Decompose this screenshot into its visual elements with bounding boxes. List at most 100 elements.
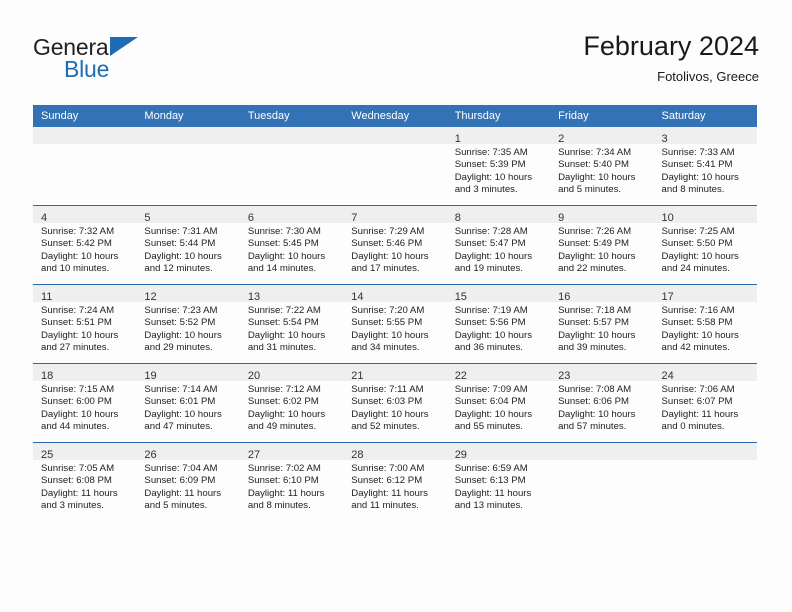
calendar-day-cell[interactable]: 13 Sunrise: 7:22 AM Sunset: 5:54 PM Dayligh… bbox=[239, 284, 344, 364]
day-details: Sunrise: 7:23 AM Sunset: 5:52 PM Daylight:… bbox=[136, 302, 239, 355]
day-details: Sunrise: 7:24 AM Sunset: 5:51 PM Daylight:… bbox=[33, 302, 136, 355]
day-details bbox=[240, 144, 343, 147]
sunrise-text: Sunrise: 7:29 AM bbox=[351, 226, 425, 237]
logo-text-blue: Blue bbox=[64, 56, 110, 82]
day-details: Sunrise: 7:29 AM Sunset: 5:46 PM Daylight:… bbox=[343, 223, 446, 276]
weekday-header-thursday: Thursday bbox=[446, 105, 551, 127]
day-number: 6 bbox=[247, 212, 254, 224]
day-details: Sunrise: 7:30 AM Sunset: 5:45 PM Daylight:… bbox=[240, 223, 343, 276]
daylight-text-line1: Daylight: 11 hours bbox=[144, 487, 222, 499]
calendar-day-cell[interactable]: 25 Sunrise: 7:05 AM Sunset: 6:08 PM Dayligh… bbox=[33, 442, 137, 521]
daylight-text-line2: and 22 minutes. bbox=[558, 263, 627, 275]
day-details: Sunrise: 7:16 AM Sunset: 5:58 PM Daylight:… bbox=[654, 302, 757, 355]
calendar-day-cell[interactable]: 2 Sunrise: 7:34 AM Sunset: 5:40 PM Daylight… bbox=[550, 127, 654, 206]
calendar-day-cell[interactable]: 23 Sunrise: 7:08 AM Sunset: 6:06 PM Dayligh… bbox=[550, 363, 654, 443]
calendar-day-cell[interactable]: 10 Sunrise: 7:25 AM Sunset: 5:50 PM Dayligh… bbox=[653, 205, 757, 285]
day-box: 23 Sunrise: 7:08 AM Sunset: 6:06 PM Dayligh… bbox=[550, 364, 654, 442]
sunset-text: Sunset: 6:01 PM bbox=[144, 396, 216, 408]
daylight-text-line1: Daylight: 10 hours bbox=[247, 250, 326, 262]
day-number-band: 6 bbox=[239, 206, 344, 224]
calendar-day-cell[interactable]: 26 Sunrise: 7:04 AM Sunset: 6:09 PM Dayligh… bbox=[136, 442, 240, 521]
calendar-day-cell[interactable]: 5 Sunrise: 7:31 AM Sunset: 5:44 PM Daylight… bbox=[136, 205, 240, 285]
sunset-text: Sunset: 6:00 PM bbox=[41, 396, 112, 408]
day-details: Sunrise: 7:25 AM Sunset: 5:50 PM Daylight:… bbox=[654, 223, 757, 276]
calendar-day-cell[interactable]: 28 Sunrise: 7:00 AM Sunset: 6:12 PM Dayligh… bbox=[343, 442, 447, 521]
daylight-text-line1: Daylight: 10 hours bbox=[558, 329, 636, 341]
day-number-band: 17 bbox=[653, 285, 757, 303]
day-number-band: 29 bbox=[446, 443, 551, 461]
daylight-text-line1: Daylight: 10 hours bbox=[454, 329, 533, 341]
day-details: Sunrise: 7:26 AM Sunset: 5:49 PM Daylight:… bbox=[550, 223, 653, 276]
calendar-day-cell[interactable]: 16 Sunrise: 7:18 AM Sunset: 5:57 PM Dayligh… bbox=[550, 284, 654, 364]
day-box: 11 Sunrise: 7:24 AM Sunset: 5:51 PM Dayligh… bbox=[33, 285, 137, 363]
day-number: 11 bbox=[41, 291, 53, 303]
day-number-band: 20 bbox=[239, 364, 344, 382]
weekday-header-saturday: Saturday bbox=[653, 105, 757, 127]
weekday-header-wednesday: Wednesday bbox=[343, 105, 447, 127]
calendar-day-cell[interactable]: 27 Sunrise: 7:02 AM Sunset: 6:10 PM Dayligh… bbox=[239, 442, 344, 521]
day-box: 13 Sunrise: 7:22 AM Sunset: 5:54 PM Dayligh… bbox=[239, 285, 344, 363]
general-blue-logo[interactable]: General Blue bbox=[33, 34, 253, 90]
day-details: Sunrise: 7:05 AM Sunset: 6:08 PM Daylight:… bbox=[33, 460, 136, 513]
daylight-text-line1: Daylight: 10 hours bbox=[454, 408, 533, 420]
calendar-day-cell[interactable]: 12 Sunrise: 7:23 AM Sunset: 5:52 PM Dayligh… bbox=[136, 284, 240, 364]
calendar-day-cell[interactable]: 3 Sunrise: 7:33 AM Sunset: 5:41 PM Daylight… bbox=[653, 127, 757, 206]
calendar-day-cell[interactable]: 18 Sunrise: 7:15 AM Sunset: 6:00 PM Dayligh… bbox=[33, 363, 137, 443]
sunrise-text: Sunrise: 7:18 AM bbox=[558, 305, 632, 316]
calendar-day-cell[interactable]: 29 Sunrise: 6:59 AM Sunset: 6:13 PM Dayligh… bbox=[446, 442, 551, 521]
sunrise-text: Sunrise: 7:11 AM bbox=[351, 384, 424, 395]
day-number: 24 bbox=[661, 370, 674, 382]
sunrise-text: Sunrise: 7:34 AM bbox=[558, 147, 632, 158]
sunset-text: Sunset: 6:10 PM bbox=[247, 475, 319, 487]
day-number-band bbox=[33, 127, 137, 144]
daylight-text-line1: Daylight: 11 hours bbox=[247, 487, 325, 499]
day-details bbox=[550, 460, 653, 463]
daylight-text-line1: Daylight: 10 hours bbox=[144, 250, 222, 262]
calendar-day-cell[interactable]: 6 Sunrise: 7:30 AM Sunset: 5:45 PM Daylight… bbox=[239, 205, 344, 285]
calendar-day-cell[interactable]: 20 Sunrise: 7:12 AM Sunset: 6:02 PM Dayligh… bbox=[239, 363, 344, 443]
day-number-band: 23 bbox=[550, 364, 654, 382]
daylight-text-line1: Daylight: 10 hours bbox=[247, 329, 326, 341]
day-box bbox=[550, 443, 654, 521]
daylight-text-line2: and 13 minutes. bbox=[454, 500, 523, 512]
sunrise-text: Sunrise: 7:28 AM bbox=[454, 226, 528, 237]
calendar-day-cell[interactable]: 19 Sunrise: 7:14 AM Sunset: 6:01 PM Dayligh… bbox=[136, 363, 240, 443]
calendar-day-cell[interactable]: 24 Sunrise: 7:06 AM Sunset: 6:07 PM Dayligh… bbox=[653, 363, 757, 443]
calendar-day-cell[interactable]: 1 Sunrise: 7:35 AM Sunset: 5:39 PM Daylight… bbox=[446, 127, 551, 206]
sunrise-text: Sunrise: 7:09 AM bbox=[454, 384, 528, 395]
day-box bbox=[136, 127, 240, 205]
calendar-day-cell[interactable]: 22 Sunrise: 7:09 AM Sunset: 6:04 PM Dayligh… bbox=[446, 363, 551, 443]
calendar-day-cell[interactable]: 17 Sunrise: 7:16 AM Sunset: 5:58 PM Dayligh… bbox=[653, 284, 757, 364]
day-number-band: 26 bbox=[136, 443, 240, 461]
daylight-text-line2: and 8 minutes. bbox=[247, 500, 311, 512]
sunset-text: Sunset: 6:04 PM bbox=[454, 396, 526, 408]
day-number: 2 bbox=[558, 133, 565, 145]
calendar-day-cell[interactable]: 7 Sunrise: 7:29 AM Sunset: 5:46 PM Daylight… bbox=[343, 205, 447, 285]
daylight-text-line2: and 14 minutes. bbox=[247, 263, 317, 275]
calendar-day-cell[interactable]: 8 Sunrise: 7:28 AM Sunset: 5:47 PM Daylight… bbox=[446, 205, 551, 285]
day-details: Sunrise: 7:22 AM Sunset: 5:54 PM Daylight:… bbox=[240, 302, 343, 355]
day-box: 8 Sunrise: 7:28 AM Sunset: 5:47 PM Daylight… bbox=[446, 206, 551, 284]
day-number: 19 bbox=[144, 370, 157, 382]
day-details: Sunrise: 6:59 AM Sunset: 6:13 PM Daylight:… bbox=[447, 460, 550, 513]
calendar-day-cell[interactable]: 21 Sunrise: 7:11 AM Sunset: 6:03 PM Dayligh… bbox=[343, 363, 447, 443]
day-box: 22 Sunrise: 7:09 AM Sunset: 6:04 PM Dayligh… bbox=[446, 364, 551, 442]
calendar-day-cell[interactable]: 15 Sunrise: 7:19 AM Sunset: 5:56 PM Dayligh… bbox=[446, 284, 551, 364]
day-details: Sunrise: 7:15 AM Sunset: 6:00 PM Daylight:… bbox=[33, 381, 136, 434]
day-box: 7 Sunrise: 7:29 AM Sunset: 5:46 PM Daylight… bbox=[343, 206, 447, 284]
daylight-text-line1: Daylight: 11 hours bbox=[351, 487, 428, 499]
sunset-text: Sunset: 6:08 PM bbox=[41, 475, 112, 487]
calendar-day-cell[interactable]: 14 Sunrise: 7:20 AM Sunset: 5:55 PM Dayligh… bbox=[343, 284, 447, 364]
calendar-day-cell[interactable]: 11 Sunrise: 7:24 AM Sunset: 5:51 PM Dayligh… bbox=[33, 284, 137, 364]
calendar-header-row: Sunday Monday Tuesday Wednesday Thursday… bbox=[33, 105, 757, 127]
day-box bbox=[653, 443, 757, 521]
day-number-band bbox=[239, 127, 344, 144]
day-number-band: 28 bbox=[343, 443, 447, 461]
calendar-day-cell[interactable]: 9 Sunrise: 7:26 AM Sunset: 5:49 PM Daylight… bbox=[550, 205, 654, 285]
day-details: Sunrise: 7:19 AM Sunset: 5:56 PM Daylight:… bbox=[447, 302, 550, 355]
sunset-text: Sunset: 5:39 PM bbox=[454, 159, 526, 171]
calendar-day-cell[interactable]: 4 Sunrise: 7:32 AM Sunset: 5:42 PM Daylight… bbox=[33, 205, 137, 285]
sunset-text: Sunset: 5:54 PM bbox=[247, 317, 319, 329]
sunset-text: Sunset: 6:06 PM bbox=[558, 396, 630, 408]
sunrise-text: Sunrise: 7:22 AM bbox=[247, 305, 321, 316]
